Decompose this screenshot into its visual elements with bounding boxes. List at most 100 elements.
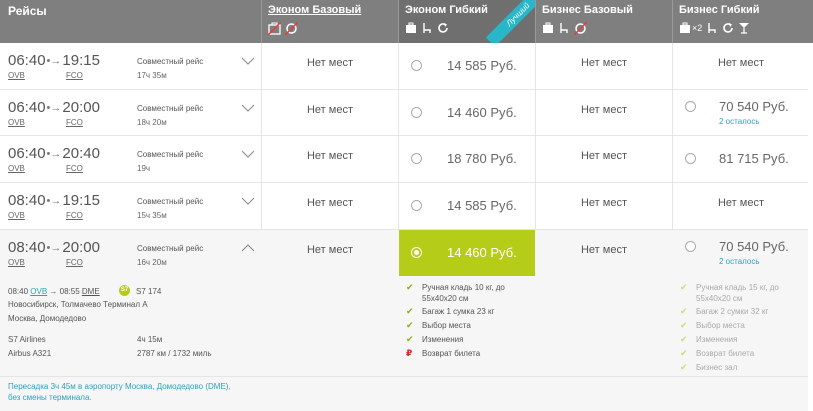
chevron-up-icon[interactable] <box>241 243 255 253</box>
currency-label: Руб. <box>490 245 517 260</box>
fare-radio[interactable] <box>411 107 422 118</box>
fare-radio[interactable] <box>411 200 422 211</box>
baggage-icon <box>406 22 416 33</box>
seat-icon <box>423 23 431 33</box>
fare-column-econom-basic: Эконом Базовый <box>261 0 398 43</box>
check-icon: ✔ <box>680 348 688 358</box>
arrow-icon: •→ <box>46 195 62 207</box>
fare-radio[interactable] <box>411 153 422 164</box>
fare-radio[interactable] <box>411 60 422 71</box>
fare-price: 18 780 Руб. <box>447 151 517 166</box>
chevron-down-icon[interactable] <box>241 56 255 66</box>
destination-code[interactable]: FCO <box>66 211 83 220</box>
fare-radio[interactable] <box>685 153 696 164</box>
origin-code[interactable]: OVB <box>8 164 25 173</box>
no-seats-label: Нет мест <box>580 57 627 69</box>
arrow-icon: •→ <box>46 102 62 114</box>
baggage-icon <box>543 22 553 33</box>
check-icon: ✔ <box>680 334 688 344</box>
fare-cell-econom-basic: Нет мест <box>262 183 398 229</box>
check-icon: ✔ <box>406 334 414 344</box>
feature-item: Ручная кладь 10 кг, до <box>422 283 505 292</box>
arrow-icon: •→ <box>46 242 62 254</box>
no-seats-label: Нет мест <box>306 57 353 69</box>
fare-cell-econom-flex[interactable]: 14 460 Руб. <box>399 90 535 135</box>
chevron-down-icon[interactable] <box>241 149 255 159</box>
seat-icon <box>708 23 716 33</box>
price-amount: 70 540 <box>719 239 759 254</box>
feature-item: Изменения <box>422 335 464 344</box>
column-title: Бизнес Базовый <box>542 4 633 16</box>
departure-time: 06:40 <box>8 52 46 69</box>
destination-code[interactable]: FCO <box>66 71 83 80</box>
currency-label: Руб. <box>490 58 517 73</box>
transfer-note-line: без смены терминала. <box>8 393 92 402</box>
arrow-icon: •→ <box>46 148 62 160</box>
arrow-icon: •→ <box>46 55 62 67</box>
price-amount: 18 780 <box>447 151 487 166</box>
flight-row[interactable]: 08:40•→19:15 OVB FCO Совместный рейс 15ч… <box>0 183 808 230</box>
divider <box>0 376 808 377</box>
segment-to-code[interactable]: DME <box>82 287 100 296</box>
destination-code[interactable]: FCO <box>66 258 83 267</box>
segment-from-code[interactable]: OVB <box>30 287 47 296</box>
check-icon: ✔ <box>680 362 688 372</box>
route-type: Совместный рейс <box>137 104 204 113</box>
transfer-note-line: Пересадка 3ч 45м в аэропорту Москва, Дом… <box>8 382 231 391</box>
no-baggage-icon <box>268 21 281 35</box>
check-icon: ✔ <box>406 306 414 316</box>
departure-time: 06:40 <box>8 145 46 162</box>
flight-duration: 17ч 35м <box>137 71 167 80</box>
no-seats-label: Нет мест <box>717 57 764 69</box>
fare-cell-econom-flex[interactable]: 18 780 Руб. <box>399 136 535 182</box>
ruble-icon: ₽ <box>406 348 413 358</box>
fare-cell-econom-basic: Нет мест <box>262 43 398 89</box>
fare-radio[interactable] <box>685 101 696 112</box>
fare-price: 14 585 Руб. <box>447 198 517 213</box>
departure-time: 08:40 <box>8 192 46 209</box>
destination-code[interactable]: FCO <box>66 164 83 173</box>
chevron-down-icon[interactable] <box>241 196 255 206</box>
seat-icon <box>560 23 568 33</box>
currency-label: Руб. <box>490 198 517 213</box>
flight-row[interactable]: 06:40•→19:15 OVB FCO Совместный рейс 17ч… <box>0 43 808 90</box>
fare-header: Рейсы Эконом Базовый Эконом Гибкий Лучши… <box>0 0 813 43</box>
destination-airport: Москва, Домодедово <box>8 314 87 323</box>
origin-code[interactable]: OVB <box>8 118 25 127</box>
origin-code[interactable]: OVB <box>8 211 25 220</box>
fare-price: 70 540 Руб. <box>719 99 789 114</box>
route-type: Совместный рейс <box>137 197 204 206</box>
route-type: Совместный рейс <box>137 244 204 253</box>
fare-radio-checked[interactable] <box>411 247 422 258</box>
fare-cell-econom-basic: Нет мест <box>262 136 398 182</box>
fare-cell-business-flex[interactable]: 70 540 Руб. 2 осталось <box>673 230 809 277</box>
fare-cell-econom-flex-selected[interactable]: 14 460 Руб. <box>399 230 535 276</box>
fare-column-business-basic: Бизнес Базовый <box>535 0 672 43</box>
fare-cell-business-flex[interactable]: 70 540 Руб. 2 осталось <box>673 90 809 135</box>
airline-logo: S7 <box>119 285 130 296</box>
origin-code[interactable]: OVB <box>8 71 25 80</box>
arrow-icon: → <box>49 287 58 296</box>
aircraft-type: Airbus A321 <box>8 349 52 358</box>
fare-column-econom-flex: Эконом Гибкий Лучший <box>398 0 535 43</box>
price-amount: 14 585 <box>447 198 487 213</box>
fare-cell-econom-flex[interactable]: 14 585 Руб. <box>399 183 535 229</box>
fare-cell-econom-flex[interactable]: 14 585 Руб. <box>399 43 535 89</box>
fare-cell-business-flex[interactable]: 81 715 Руб. <box>673 136 809 182</box>
destination-code[interactable]: FCO <box>66 118 83 127</box>
origin-code[interactable]: OVB <box>8 258 25 267</box>
no-seats-label: Нет мест <box>580 197 627 209</box>
fare-radio[interactable] <box>685 241 696 252</box>
flight-row[interactable]: 06:40•→20:00 OVB FCO Совместный рейс 18ч… <box>0 90 808 136</box>
currency-label: Руб. <box>762 151 789 166</box>
arrival-time: 19:15 <box>62 192 100 209</box>
flight-info: 06:40•→19:15 OVB FCO Совместный рейс 17ч… <box>0 43 261 89</box>
feature-item: Возврат билета <box>696 349 755 358</box>
chevron-down-icon[interactable] <box>241 103 255 113</box>
arrival-time: 20:00 <box>62 99 100 116</box>
segment-route: 08:40 OVB → 08:55 DME <box>8 287 100 296</box>
flight-duration: 19ч <box>137 164 151 173</box>
route-type: Совместный рейс <box>137 150 204 159</box>
flight-duration: 18ч 20м <box>137 118 167 127</box>
flight-row[interactable]: 06:40•→20:40 OVB FCO Совместный рейс 19ч… <box>0 136 808 183</box>
